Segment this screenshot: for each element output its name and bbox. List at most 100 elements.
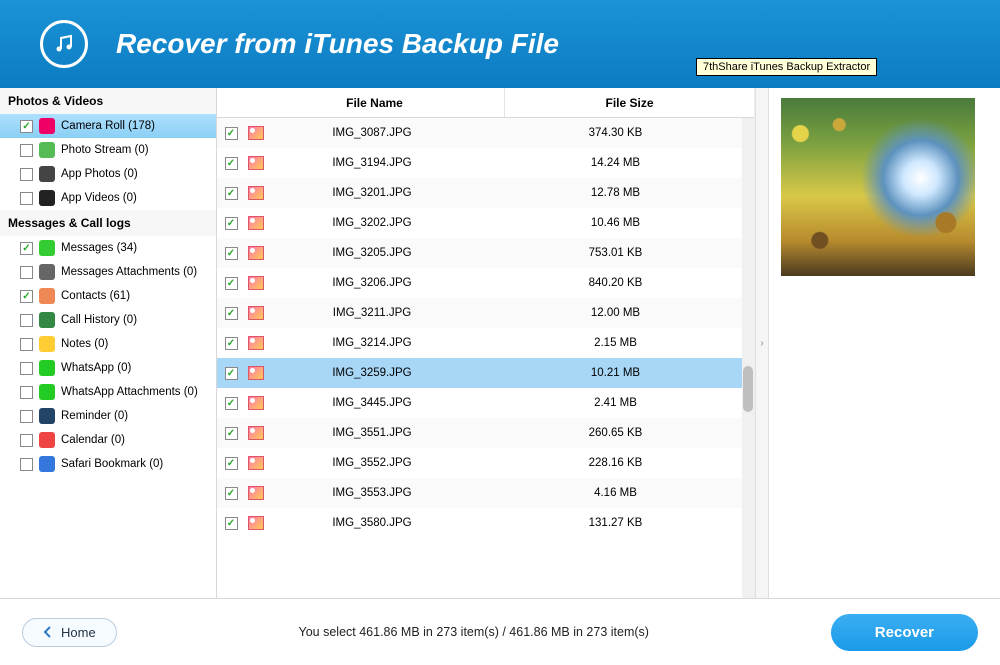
row-filename: IMG_3194.JPG (267, 157, 477, 169)
row-checkbox[interactable] (217, 127, 245, 140)
sidebar-item[interactable]: Safari Bookmark (0) (0, 452, 216, 476)
table-row[interactable]: IMG_3580.JPG131.27 KB (217, 508, 754, 538)
chevron-left-icon (43, 626, 53, 638)
sidebar-item[interactable]: WhatsApp (0) (0, 356, 216, 380)
sidebar-item-label: Notes (0) (61, 338, 108, 350)
sidebar-item-icon (39, 288, 55, 304)
file-type-icon (245, 396, 267, 410)
home-button[interactable]: Home (22, 618, 117, 647)
row-filesize: 753.01 KB (477, 247, 754, 259)
table-row[interactable]: IMG_3552.JPG228.16 KB (217, 448, 754, 478)
row-checkbox[interactable] (217, 517, 245, 530)
sidebar-item-icon (39, 166, 55, 182)
sidebar-item-checkbox[interactable] (20, 410, 33, 423)
sidebar-item[interactable]: Photo Stream (0) (0, 138, 216, 162)
row-filename: IMG_3214.JPG (267, 337, 477, 349)
table-row[interactable]: IMG_3194.JPG14.24 MB (217, 148, 754, 178)
table-row[interactable]: IMG_3259.JPG10.21 MB (217, 358, 754, 388)
sidebar-item-label: Camera Roll (178) (61, 120, 155, 132)
row-checkbox[interactable] (217, 427, 245, 440)
file-type-icon (245, 126, 267, 140)
file-list-panel: File Name File Size IMG_3087.JPG374.30 K… (217, 88, 755, 598)
table-row[interactable]: IMG_3206.JPG840.20 KB (217, 268, 754, 298)
sidebar-group-header: Messages & Call logs (0, 210, 216, 236)
table-row[interactable]: IMG_3201.JPG12.78 MB (217, 178, 754, 208)
sidebar-item-icon (39, 336, 55, 352)
sidebar-item-checkbox[interactable] (20, 144, 33, 157)
sidebar-item[interactable]: Notes (0) (0, 332, 216, 356)
row-checkbox[interactable] (217, 277, 245, 290)
sidebar-item[interactable]: Messages Attachments (0) (0, 260, 216, 284)
sidebar-item[interactable]: App Photos (0) (0, 162, 216, 186)
expand-preview-handle[interactable]: › (755, 88, 769, 598)
table-row[interactable]: IMG_3553.JPG4.16 MB (217, 478, 754, 508)
sidebar-item[interactable]: Call History (0) (0, 308, 216, 332)
sidebar-item-label: Contacts (61) (61, 290, 130, 302)
sidebar-item-icon (39, 240, 55, 256)
scrollbar-track[interactable] (742, 118, 754, 598)
sidebar-item-checkbox[interactable] (20, 120, 33, 133)
table-row[interactable]: IMG_3551.JPG260.65 KB (217, 418, 754, 448)
row-filesize: 10.21 MB (477, 367, 754, 379)
table-header: File Name File Size (217, 88, 754, 118)
file-type-icon (245, 366, 267, 380)
sidebar-item-checkbox[interactable] (20, 290, 33, 303)
scrollbar-thumb[interactable] (743, 366, 753, 412)
row-checkbox[interactable] (217, 157, 245, 170)
sidebar-item-checkbox[interactable] (20, 458, 33, 471)
sidebar-item-icon (39, 142, 55, 158)
sidebar-item-checkbox[interactable] (20, 266, 33, 279)
sidebar-item-icon (39, 264, 55, 280)
sidebar-item[interactable]: Calendar (0) (0, 428, 216, 452)
sidebar-item[interactable]: Camera Roll (178) (0, 114, 216, 138)
file-type-icon (245, 306, 267, 320)
table-row[interactable]: IMG_3211.JPG12.00 MB (217, 298, 754, 328)
table-row[interactable]: IMG_3214.JPG2.15 MB (217, 328, 754, 358)
row-filename: IMG_3206.JPG (267, 277, 477, 289)
file-type-icon (245, 216, 267, 230)
recover-button[interactable]: Recover (831, 614, 978, 651)
sidebar-item[interactable]: Contacts (61) (0, 284, 216, 308)
sidebar-item[interactable]: WhatsApp Attachments (0) (0, 380, 216, 404)
row-checkbox[interactable] (217, 217, 245, 230)
row-checkbox[interactable] (217, 337, 245, 350)
sidebar-item-checkbox[interactable] (20, 192, 33, 205)
preview-panel (769, 88, 1000, 598)
row-checkbox[interactable] (217, 397, 245, 410)
file-type-icon (245, 336, 267, 350)
sidebar-item-checkbox[interactable] (20, 362, 33, 375)
table-row[interactable]: IMG_3202.JPG10.46 MB (217, 208, 754, 238)
sidebar-item[interactable]: App Videos (0) (0, 186, 216, 210)
sidebar-item-checkbox[interactable] (20, 242, 33, 255)
column-header-name[interactable]: File Name (245, 88, 505, 117)
row-filename: IMG_3551.JPG (267, 427, 477, 439)
sidebar-item-checkbox[interactable] (20, 314, 33, 327)
file-type-icon (245, 186, 267, 200)
row-checkbox[interactable] (217, 247, 245, 260)
table-row[interactable]: IMG_3445.JPG2.41 MB (217, 388, 754, 418)
row-filesize: 374.30 KB (477, 127, 754, 139)
sidebar-item-label: Photo Stream (0) (61, 144, 149, 156)
row-checkbox[interactable] (217, 187, 245, 200)
sidebar-item-checkbox[interactable] (20, 386, 33, 399)
column-header-size[interactable]: File Size (505, 88, 754, 117)
row-filesize: 12.00 MB (477, 307, 754, 319)
sidebar-item-checkbox[interactable] (20, 338, 33, 351)
sidebar-item-icon (39, 118, 55, 134)
row-filesize: 10.46 MB (477, 217, 754, 229)
sidebar-item-label: WhatsApp Attachments (0) (61, 386, 198, 398)
sidebar-item-checkbox[interactable] (20, 434, 33, 447)
row-checkbox[interactable] (217, 487, 245, 500)
row-filename: IMG_3202.JPG (267, 217, 477, 229)
selection-status: You select 461.86 MB in 273 item(s) / 46… (299, 625, 649, 639)
sidebar-item[interactable]: Messages (34) (0, 236, 216, 260)
row-checkbox[interactable] (217, 367, 245, 380)
row-filename: IMG_3087.JPG (267, 127, 477, 139)
row-checkbox[interactable] (217, 307, 245, 320)
table-row[interactable]: IMG_3205.JPG753.01 KB (217, 238, 754, 268)
row-checkbox[interactable] (217, 457, 245, 470)
sidebar-item[interactable]: Reminder (0) (0, 404, 216, 428)
file-type-icon (245, 156, 267, 170)
table-row[interactable]: IMG_3087.JPG374.30 KB (217, 118, 754, 148)
sidebar-item-checkbox[interactable] (20, 168, 33, 181)
